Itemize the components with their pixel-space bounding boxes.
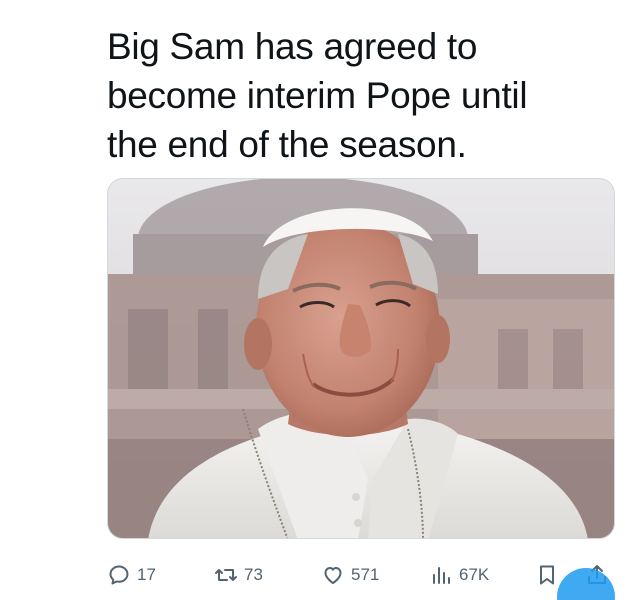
- tweet-text: Big Sam has agreed to become interim Pop…: [107, 22, 607, 169]
- tweet-actions-bar: 17 73 571 67K: [107, 560, 627, 590]
- views-count: 67K: [459, 565, 490, 584]
- tweet-text-line-2: become interim Pope until: [107, 75, 528, 116]
- tweet-text-line-3: the end of the season.: [107, 124, 467, 165]
- retweet-button[interactable]: 73: [214, 560, 263, 590]
- heart-icon: [324, 567, 342, 584]
- reply-count: 17: [137, 565, 156, 584]
- views-button[interactable]: 67K: [429, 560, 489, 590]
- like-count: 571: [351, 565, 380, 584]
- tweet-photo[interactable]: [107, 178, 615, 539]
- like-button[interactable]: 571: [321, 560, 379, 590]
- tweet-text-line-1: Big Sam has agreed to: [107, 26, 478, 67]
- views-icon: [433, 567, 450, 584]
- photo-illustration: [108, 179, 614, 538]
- reply-icon: [109, 565, 129, 585]
- reply-button[interactable]: 17: [107, 560, 156, 590]
- bookmark-icon: [540, 565, 554, 585]
- retweet-count: 73: [244, 565, 263, 584]
- retweet-icon: [215, 569, 237, 581]
